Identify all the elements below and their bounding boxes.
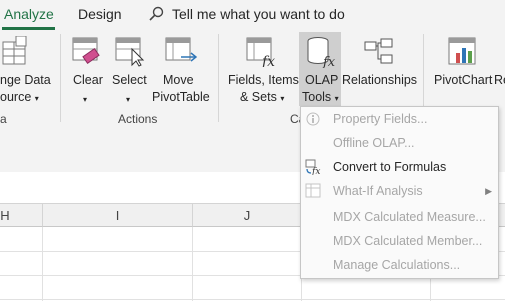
menu-item-manage-calculations[interactable]: Manage Calculations... bbox=[301, 253, 498, 277]
tell-me-search[interactable]: Tell me what you want to do bbox=[148, 6, 345, 22]
chevron-down-icon: ▾ bbox=[280, 94, 285, 103]
relationships-button[interactable]: Relationships bbox=[342, 34, 417, 108]
pivotchart-icon bbox=[448, 37, 476, 65]
pivotchart-button[interactable]: PivotChart bbox=[432, 34, 492, 108]
column-header-i[interactable]: I bbox=[43, 204, 193, 227]
convert-to-formulas-icon: fx bbox=[305, 159, 320, 175]
grid-col-line bbox=[42, 227, 43, 301]
group-label-actions: Actions bbox=[118, 112, 158, 126]
svg-text:fx: fx bbox=[322, 55, 336, 68]
group-separator bbox=[60, 34, 61, 122]
olap-tools-button[interactable]: fx OLAP Tools ▾ bbox=[299, 32, 341, 106]
olap-cube-icon: fx bbox=[307, 37, 336, 68]
chevron-down-icon: ▾ bbox=[126, 95, 131, 104]
svg-text:fx: fx bbox=[261, 54, 275, 67]
chevron-down-icon: ▾ bbox=[334, 94, 339, 103]
data-source-icon bbox=[2, 36, 27, 65]
property-fields-icon bbox=[306, 112, 320, 126]
move-pivottable-icon bbox=[165, 37, 197, 62]
menu-item-what-if-analysis[interactable]: What-If Analysis ▶ bbox=[301, 179, 498, 203]
group-label-data: a bbox=[0, 112, 7, 126]
chevron-down-icon: ▾ bbox=[83, 95, 88, 104]
svg-text:fx: fx bbox=[311, 167, 320, 175]
menu-item-offline-olap[interactable]: Offline OLAP... bbox=[301, 131, 498, 155]
menu-item-property-fields[interactable]: Property Fields... bbox=[301, 107, 498, 131]
clear-icon bbox=[72, 37, 100, 64]
clear-button[interactable]: Clear ▾ bbox=[68, 34, 106, 108]
fields-items-sets-button[interactable]: fx Fields, Items, & Sets ▾ bbox=[226, 34, 302, 108]
select-button[interactable]: Select ▾ bbox=[110, 34, 150, 108]
column-header-j[interactable]: J bbox=[193, 204, 302, 227]
recommended-pivottables-button[interactable]: Reco bbox=[494, 34, 505, 108]
column-header-h[interactable]: H bbox=[0, 204, 43, 227]
tell-me-text: Tell me what you want to do bbox=[172, 6, 345, 22]
menu-item-mdx-calculated-measure[interactable]: MDX Calculated Measure... bbox=[301, 205, 498, 229]
submenu-arrow-icon: ▶ bbox=[485, 186, 492, 196]
grid-col-line bbox=[192, 227, 193, 301]
relationships-icon bbox=[364, 38, 393, 64]
fx-table-icon: fx bbox=[246, 37, 275, 67]
tab-analyze[interactable]: Analyze bbox=[4, 6, 54, 22]
move-pivottable-button[interactable]: Move PivotTable bbox=[152, 34, 210, 108]
menu-item-convert-to-formulas[interactable]: fx Convert to Formulas bbox=[301, 155, 498, 179]
chevron-down-icon: ▾ bbox=[34, 94, 39, 103]
select-icon bbox=[115, 37, 145, 67]
group-separator bbox=[218, 34, 219, 122]
what-if-analysis-icon bbox=[305, 183, 321, 198]
search-icon bbox=[149, 6, 164, 21]
olap-tools-menu: Property Fields... Offline OLAP... fx Co… bbox=[300, 106, 499, 279]
tab-design[interactable]: Design bbox=[78, 6, 122, 22]
ribbon-tabs: Analyze Design Tell me what you want to … bbox=[0, 0, 505, 30]
change-data-source-button[interactable]: nge Data ource ▾ bbox=[0, 34, 56, 108]
menu-item-mdx-calculated-member[interactable]: MDX Calculated Member... bbox=[301, 229, 498, 253]
